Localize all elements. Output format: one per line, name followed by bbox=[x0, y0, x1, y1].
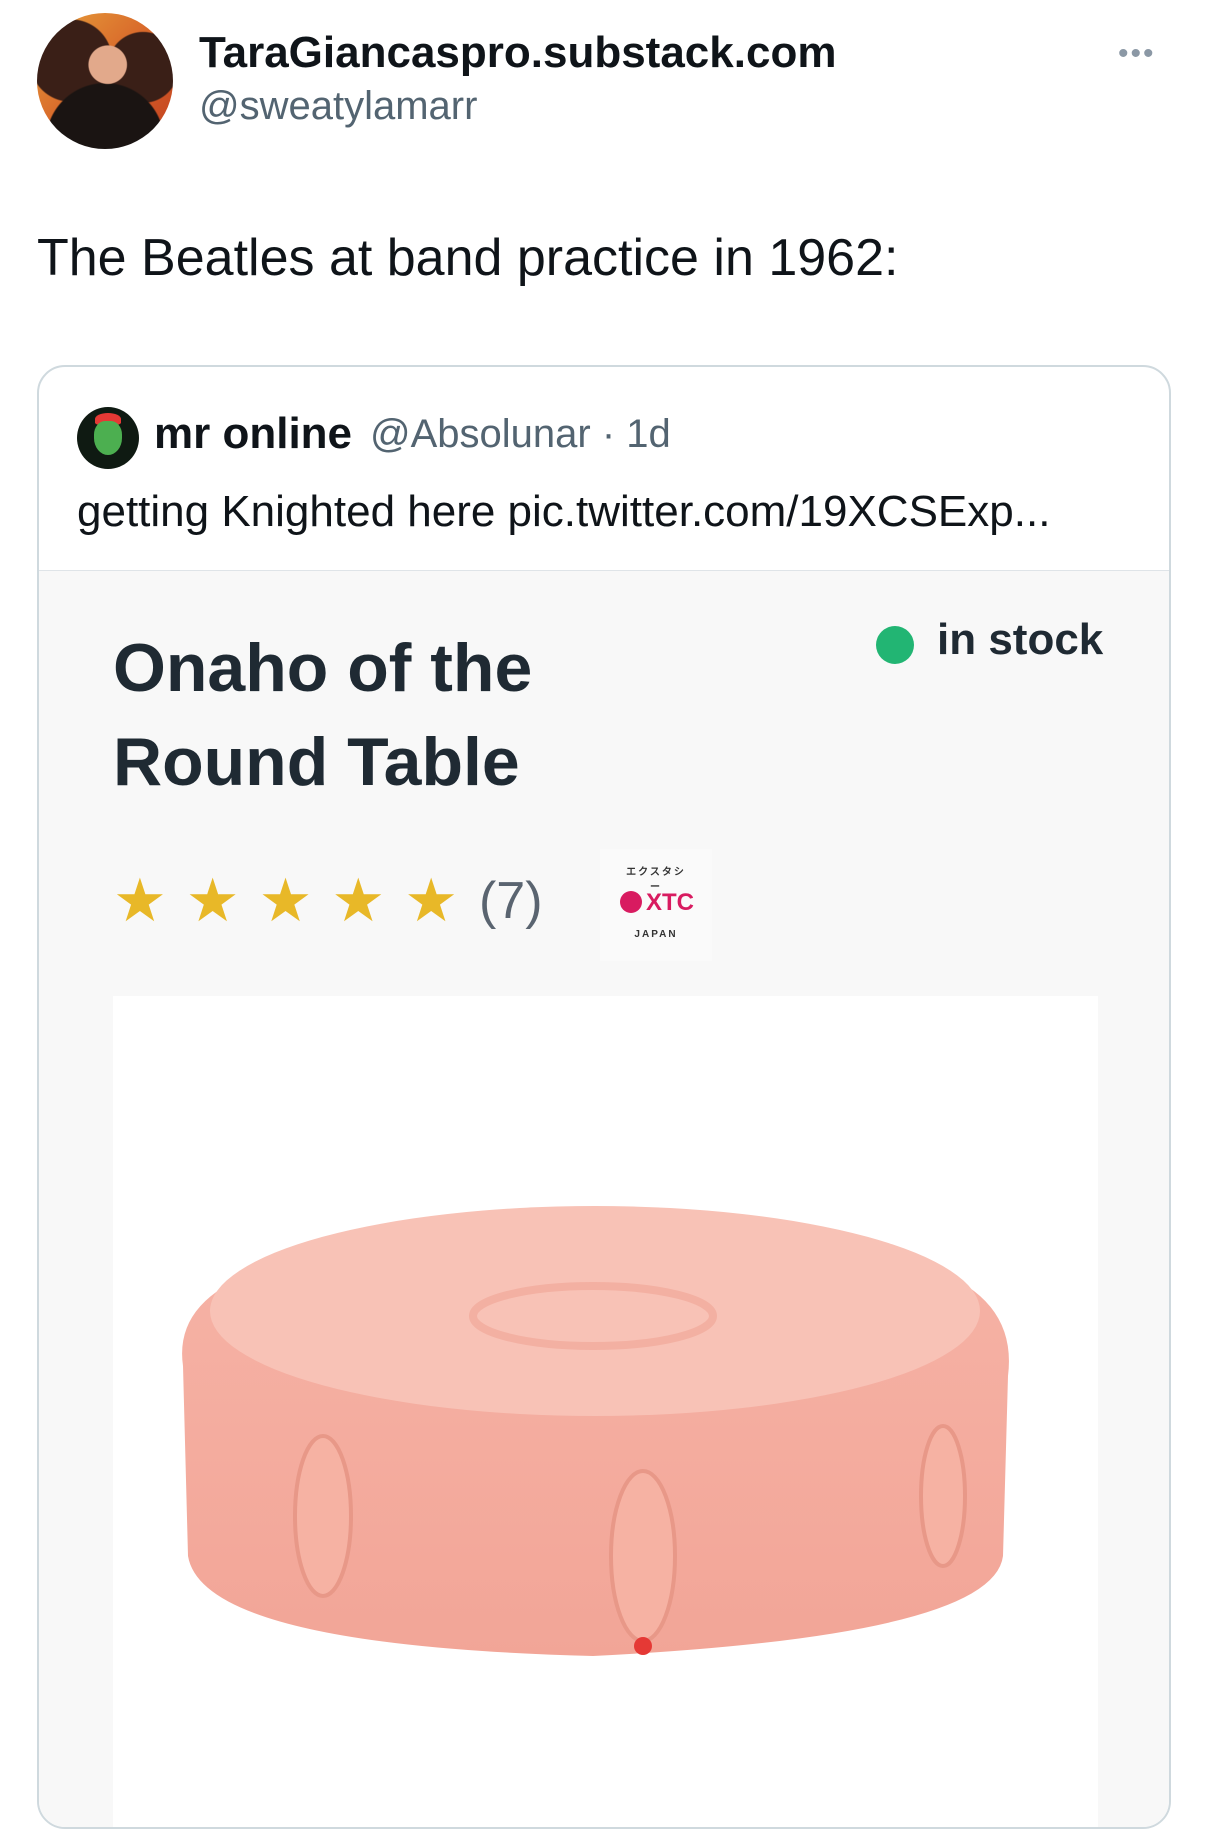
product-title: Onaho of the Round Table bbox=[113, 630, 533, 800]
logo-arc-bottom: JAPAN bbox=[634, 929, 678, 940]
quoted-author-name[interactable]: mr online bbox=[154, 409, 352, 459]
author-display-name[interactable]: TaraGiancaspro.substack.com bbox=[199, 28, 836, 78]
quoted-tweet-card[interactable]: mr online @Absolunar · 1d getting Knight… bbox=[37, 365, 1171, 1829]
author-avatar[interactable] bbox=[37, 13, 173, 149]
product-photo bbox=[113, 996, 1098, 1827]
star-icon: ★ bbox=[185, 867, 240, 934]
quoted-media-image[interactable]: Onaho of the Round Table in stock ★ ★ ★ … bbox=[39, 570, 1169, 1827]
star-icon: ★ bbox=[331, 867, 386, 934]
review-count: (7) bbox=[478, 872, 543, 930]
star-icon: ★ bbox=[258, 867, 313, 934]
stock-status-label: in stock bbox=[937, 615, 1104, 664]
logo-mark-icon bbox=[620, 891, 642, 913]
tweet-text: The Beatles at band practice in 1962: bbox=[37, 229, 899, 287]
quoted-author-avatar[interactable] bbox=[77, 407, 139, 469]
stock-status-dot bbox=[876, 626, 914, 664]
logo-brand-text: XTC bbox=[646, 889, 694, 916]
quoted-tweet-text: getting Knighted here pic.twitter.com/19… bbox=[77, 487, 1051, 536]
star-icon: ★ bbox=[113, 867, 167, 934]
quoted-author-handle-time[interactable]: @Absolunar · 1d bbox=[370, 412, 671, 457]
brand-logo: エクスタシー XTC JAPAN bbox=[600, 849, 712, 961]
frog-shape bbox=[94, 421, 122, 455]
star-icon: ★ bbox=[404, 867, 458, 934]
more-horizontal-icon[interactable]: ••• bbox=[1118, 39, 1156, 69]
rating-stars: ★ ★ ★ ★ ★ (7) bbox=[113, 871, 543, 931]
author-handle[interactable]: @sweatylamarr bbox=[199, 84, 477, 129]
product-illustration bbox=[182, 1206, 1009, 1656]
